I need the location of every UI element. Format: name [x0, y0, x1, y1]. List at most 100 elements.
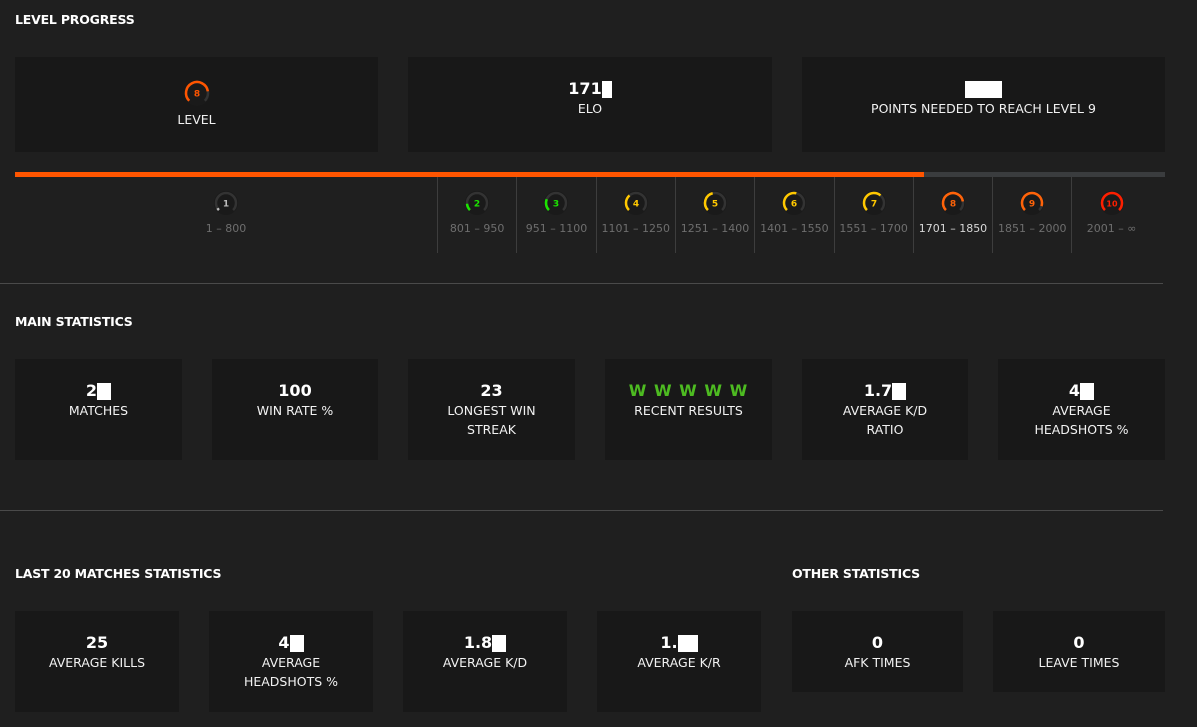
elo-label: ELO — [577, 101, 603, 116]
level-range-item-9: 9 1851 – 2000 — [992, 177, 1071, 253]
stat-value: 0 — [1073, 633, 1085, 652]
stat-label: RECENT RESULTS — [634, 403, 743, 418]
main-stat-card-win-rate: 100 WIN RATE % — [212, 359, 378, 460]
stat-value: 23 — [480, 381, 503, 400]
stat-value: 1. — [660, 633, 698, 653]
last20-stat-card-average-k-d: 1.8 AVERAGE K/D — [403, 611, 567, 712]
main-stat-card-matches: 2 MATCHES — [15, 359, 182, 460]
level-8-gauge-icon: 8 — [940, 191, 965, 215]
redacted-block — [492, 634, 507, 652]
gauge-fill — [216, 207, 220, 211]
stat-label: AVERAGE KILLS — [48, 655, 145, 670]
level-range-label: 1251 – 1400 — [680, 222, 750, 235]
section-divider — [0, 510, 1163, 511]
stat-label: AFK TIMES — [844, 655, 911, 670]
level-9-gauge-icon: 9 — [1020, 191, 1045, 215]
redacted-block — [1080, 382, 1095, 400]
level-7-gauge-icon: 7 — [861, 191, 886, 215]
level-range-label: 1551 – 1700 — [839, 222, 908, 235]
stat-label: MATCHES — [68, 403, 129, 418]
level-range-label: 1851 – 2000 — [998, 222, 1067, 235]
main-stat-card-average-k-d-ratio: 1.7 AVERAGE K/D RATIO — [802, 359, 968, 460]
redacted-block — [892, 382, 907, 400]
level-range-label: 1101 – 1250 — [601, 222, 670, 235]
last20-stat-card-average-headshots: 4 AVERAGE HEADSHOTS % — [209, 611, 373, 712]
stat-value: 1.7 — [864, 381, 907, 401]
stat-value: 100 — [278, 381, 312, 400]
level-range-item-4: 4 1101 – 1250 — [595, 177, 675, 253]
section-title-level-progress: LEVEL PROGRESS — [15, 12, 135, 27]
level-3-gauge-icon: 3 — [544, 191, 569, 215]
gauge-level-number: 8 — [193, 90, 199, 100]
stat-label: AVERAGE K/D RATIO — [842, 403, 928, 437]
points-needed-value — [965, 79, 1002, 99]
stat-label: WIN RATE % — [256, 403, 334, 418]
level-range-label: 951 – 1100 — [525, 222, 588, 235]
main-stat-card-average-headshots: 4 AVERAGE HEADSHOTS % — [998, 359, 1165, 460]
stat-label: AVERAGE K/D — [442, 655, 528, 670]
level-range-item-2: 2 801 – 950 — [437, 177, 516, 253]
level-range-item-7: 7 1551 – 1700 — [833, 177, 913, 253]
stat-value: 1.8 — [464, 633, 507, 653]
stat-value: 4 — [1069, 381, 1095, 401]
stat-label: AVERAGE K/R — [637, 655, 721, 670]
stat-label: LEAVE TIMES — [1038, 655, 1120, 670]
level-card: 8 LEVEL — [15, 57, 378, 152]
redacted-block — [289, 634, 304, 652]
level-10-gauge-icon: 10 — [1099, 191, 1124, 215]
main-stat-card-longest-win-streak: 23 LONGEST WIN STREAK — [408, 359, 575, 460]
other-stat-card-leave-times: 0 LEAVE TIMES — [993, 611, 1165, 692]
gauge-level-number: 6 — [791, 200, 797, 210]
gauge-level-number: 9 — [1029, 200, 1035, 210]
level-range-item-1: 1 1 – 800 — [15, 177, 437, 253]
last20-stat-card-average-kills: 25 AVERAGE KILLS — [15, 611, 179, 712]
level-range-label: 1401 – 1550 — [760, 222, 829, 235]
gauge-level-number: 4 — [633, 200, 639, 210]
section-divider — [0, 283, 1163, 284]
level-label: LEVEL — [177, 112, 216, 127]
main-stat-card-recent-results: W W W W W RECENT RESULTS — [605, 359, 772, 460]
stat-value: 25 — [85, 633, 109, 652]
level-range-item-6: 6 1401 – 1550 — [754, 177, 833, 253]
gauge-level-number: 8 — [950, 200, 956, 210]
stat-value: 4 — [278, 633, 304, 653]
gauge-level-number: 10 — [1106, 200, 1118, 209]
section-title-last20: LAST 20 MATCHES STATISTICS — [15, 566, 222, 581]
stat-label: AVERAGE HEADSHOTS % — [243, 655, 339, 689]
redacted-block — [677, 634, 698, 652]
elo-card: 171 ELO — [408, 57, 772, 152]
level-range-item-5: 5 1251 – 1400 — [674, 177, 754, 253]
points-needed-label: POINTS NEEDED TO REACH LEVEL 9 — [871, 101, 1096, 116]
level-6-gauge-icon: 6 — [782, 191, 807, 215]
stat-label: LONGEST WIN STREAK — [447, 403, 536, 437]
section-title-main-statistics: MAIN STATISTICS — [15, 314, 133, 329]
level-2-gauge-icon: 2 — [465, 191, 490, 215]
level-gauge-icon: 8 — [183, 80, 210, 106]
gauge-level-number: 7 — [871, 200, 877, 210]
level-range-label: 1701 – 1850 — [918, 222, 988, 235]
redacted-block — [601, 80, 612, 98]
stat-label: AVERAGE HEADSHOTS % — [1034, 403, 1129, 437]
level-range-item-10: 10 2001 – ∞ — [1071, 177, 1150, 253]
stat-value: 2 — [86, 381, 112, 401]
level-5-gauge-icon: 5 — [703, 191, 728, 215]
gauge-level-number: 1 — [223, 200, 229, 210]
level-range-label: 801 – 950 — [449, 222, 505, 235]
redacted-block — [97, 382, 112, 400]
other-stat-card-afk-times: 0 AFK TIMES — [792, 611, 963, 692]
stat-value: 0 — [871, 633, 884, 652]
last20-stat-card-average-k-r: 1. AVERAGE K/R — [597, 611, 761, 712]
section-title-other-statistics: OTHER STATISTICS — [792, 566, 920, 581]
stat-value: W W W W W — [628, 381, 749, 400]
elo-value: 171 — [568, 79, 612, 99]
level-range-label: 1 – 800 — [205, 222, 247, 235]
level-4-gauge-icon: 4 — [623, 191, 648, 215]
level-1-gauge-icon: 1 — [214, 191, 238, 215]
gauge-level-number: 5 — [712, 200, 718, 210]
level-range-item-3: 3 951 – 1100 — [516, 177, 595, 253]
redacted-block — [965, 80, 1002, 98]
gauge-level-number: 3 — [553, 200, 559, 210]
gauge-level-number: 2 — [474, 200, 480, 210]
points-needed-card: POINTS NEEDED TO REACH LEVEL 9 — [802, 57, 1165, 152]
level-range-label: 2001 – ∞ — [1086, 222, 1137, 235]
